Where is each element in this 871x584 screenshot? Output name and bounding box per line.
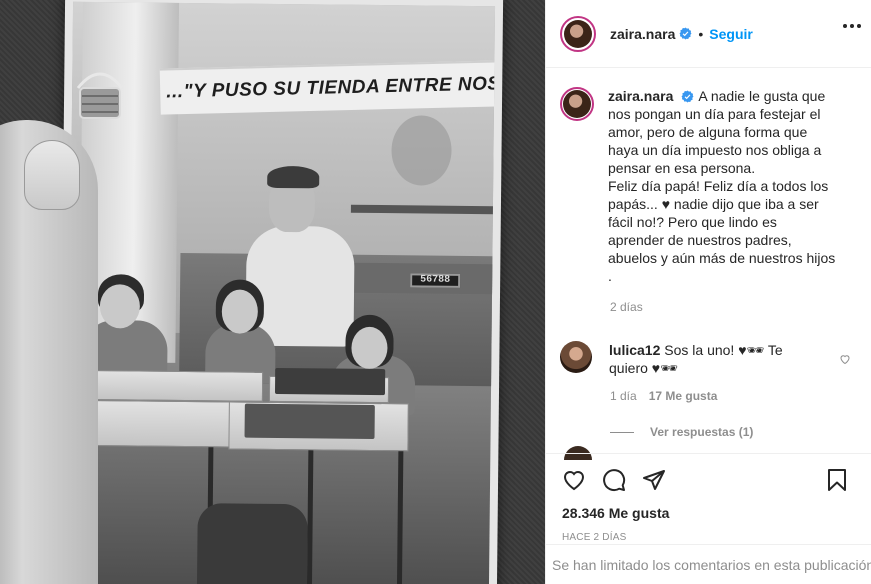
verified-badge-icon — [679, 27, 692, 40]
desk-leg — [396, 451, 404, 584]
classroom-scene: ..."Y PUSO SU TIENDA ENTRE NOSO 56788 — [66, 1, 496, 584]
comments-limited-notice: Se han limitado los comentarios en esta … — [546, 544, 871, 584]
thumbnail — [24, 140, 80, 210]
desk — [72, 369, 264, 402]
paper-plane-icon[interactable] — [642, 468, 666, 492]
likes-count[interactable]: 28.346 Me gusta — [562, 505, 855, 521]
comment-time: 1 día — [610, 389, 637, 403]
comments-section[interactable]: zaira.nara A nadie le gusta que nos ponga… — [546, 69, 871, 453]
basket-ornament-icon — [76, 72, 124, 119]
replies-line — [610, 431, 634, 433]
caption-avatar[interactable] — [560, 87, 594, 121]
child-1-face — [99, 284, 141, 329]
post-header: zaira.nara • Seguir — [546, 0, 871, 68]
post-side-panel: zaira.nara • Seguir zaira.nara A nadie le… — [545, 0, 871, 584]
caption-time: 2 días — [610, 300, 643, 314]
comment-meta: 1 día 17 Me gusta — [610, 389, 857, 403]
folder — [244, 403, 375, 439]
comment-like-icon[interactable] — [839, 353, 851, 365]
shelf — [350, 204, 496, 215]
verified-badge-icon — [681, 90, 694, 103]
separator-dot: • — [698, 25, 704, 42]
comment-item: lulica12 Sos la uno! ♥🕶 Te quiero ♥🕶 — [560, 341, 857, 377]
avatar-image — [563, 90, 591, 118]
backpack — [196, 503, 308, 584]
post-date: HACE 2 DÍAS — [562, 532, 627, 543]
classroom-banner: ..."Y PUSO SU TIENDA ENTRE NOSO — [159, 60, 496, 115]
view-replies-label: Ver respuestas (1) — [650, 425, 754, 439]
comment-likes[interactable]: 17 Me gusta — [649, 389, 718, 403]
caption-username[interactable]: zaira.nara — [608, 88, 673, 104]
post-photo[interactable]: ..."Y PUSO SU TIENDA ENTRE NOSO 56788 — [0, 0, 545, 584]
comment-body: lulica12 Sos la uno! ♥🕶 Te quiero ♥🕶 — [609, 341, 789, 377]
follow-button[interactable]: Seguir — [709, 26, 753, 42]
post-actions: 28.346 Me gusta HACE 2 DÍAS Se han limit… — [546, 453, 871, 584]
caption: zaira.nara A nadie le gusta que nos ponga… — [560, 69, 857, 285]
number-counter: 56788 — [410, 273, 461, 288]
action-icons — [562, 456, 855, 504]
father-hair — [267, 165, 320, 189]
desk-leg — [306, 450, 314, 584]
folder — [274, 367, 386, 396]
header-username[interactable]: zaira.nara — [610, 26, 675, 42]
avatar-image — [564, 19, 592, 48]
view-replies-button[interactable]: Ver respuestas (1) — [610, 425, 857, 439]
comment-username[interactable]: lulica12 — [609, 342, 660, 358]
bookmark-icon[interactable] — [825, 468, 849, 492]
header-user-line: zaira.nara • Seguir — [610, 26, 753, 42]
comment-avatar[interactable] — [560, 341, 592, 373]
banner-text: ..."Y PUSO SU TIENDA ENTRE NOSO — [165, 72, 496, 103]
caption-body: zaira.nara A nadie le gusta que nos ponga… — [608, 87, 836, 285]
avatar[interactable] — [560, 15, 596, 52]
more-options-icon[interactable] — [843, 24, 861, 28]
comment-icon[interactable] — [602, 468, 626, 492]
heart-icon[interactable] — [562, 468, 586, 492]
caption-text: A nadie le gusta que nos pongan un día p… — [608, 88, 836, 284]
